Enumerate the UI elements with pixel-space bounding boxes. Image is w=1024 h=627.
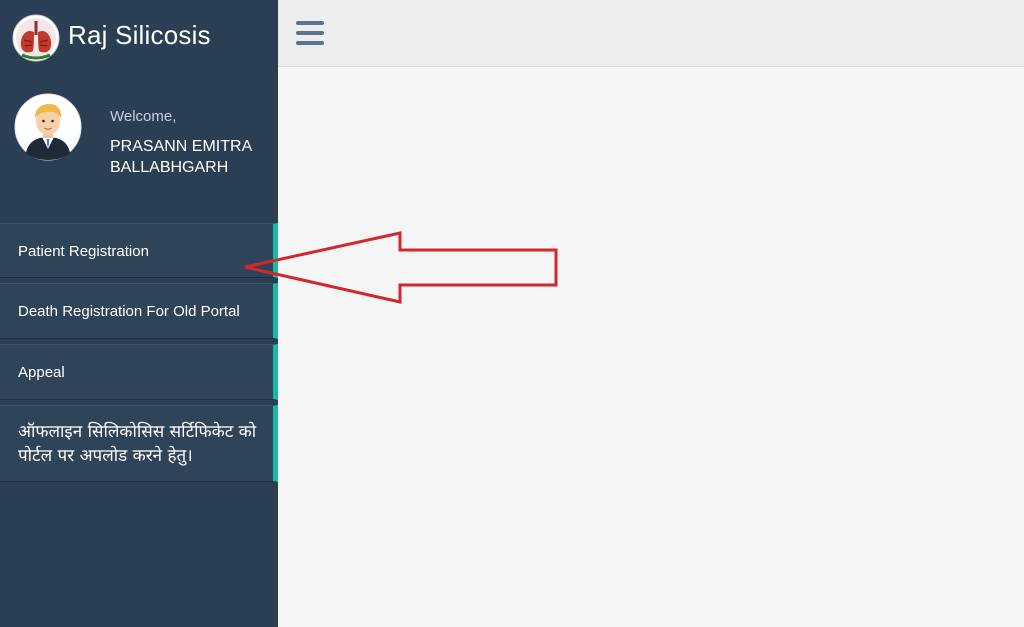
sidebar-menu: Patient Registration Death Registration … [0, 223, 278, 482]
sidebar-item-death-registration[interactable]: Death Registration For Old Portal [0, 283, 278, 339]
sidebar-item-offline-certificate-upload[interactable]: ऑफलाइन सिलिकोसिस सर्टिफिकेट को पोर्टल पर… [0, 405, 278, 482]
user-name: PRASANN EMITRA BALLABHGARH [110, 138, 252, 176]
sidebar: Raj Silicosis Welcome, PRASANN EMITRA BA… [0, 0, 278, 627]
welcome-label: Welcome, [110, 108, 177, 125]
sidebar-item-label: Death Registration For Old Portal [18, 303, 240, 320]
main-content [278, 67, 1024, 627]
sidebar-item-label: Patient Registration [18, 243, 149, 260]
brand-header[interactable]: Raj Silicosis [0, 0, 278, 72]
sidebar-item-patient-registration[interactable]: Patient Registration [0, 223, 278, 278]
lungs-logo-icon [12, 14, 60, 62]
sidebar-item-label: ऑफलाइन सिलिकोसिस सर्टिफिकेट को पोर्टल पर… [18, 422, 257, 466]
sidebar-item-appeal[interactable]: Appeal [0, 344, 278, 400]
sidebar-item-label: Appeal [18, 364, 65, 381]
top-navbar [278, 0, 1024, 67]
hamburger-icon[interactable] [296, 21, 324, 45]
user-avatar-icon [14, 93, 82, 161]
annotation-arrow-icon [244, 231, 558, 304]
app-title: Raj Silicosis [68, 20, 211, 50]
